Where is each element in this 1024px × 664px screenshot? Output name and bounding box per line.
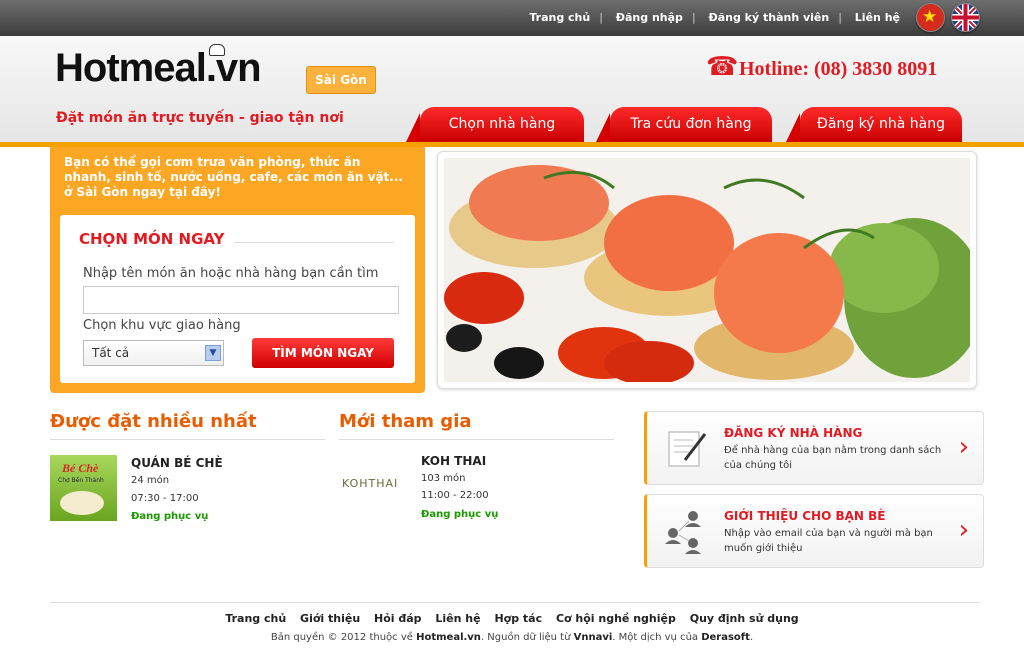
- restaurant-thumb[interactable]: Bé Chè Chợ Bến Thành: [50, 455, 117, 521]
- dessert-bowl-icon: [60, 491, 104, 515]
- restaurant-hours: 11:00 - 22:00: [421, 490, 489, 501]
- restaurant-hours: 07:30 - 17:00: [131, 493, 199, 504]
- top-nav-login[interactable]: Đăng nhập: [616, 11, 683, 24]
- query-label: Nhập tên món ăn hoặc nhà hàng bạn cần tì…: [83, 266, 379, 281]
- search-button[interactable]: TÌM MÓN NGAY: [252, 338, 394, 368]
- thumb-subtitle: Chợ Bến Thành: [58, 477, 104, 484]
- restaurant-status: Đang phục vụ: [131, 511, 209, 522]
- newest-title: Mới tham gia: [339, 411, 472, 432]
- copyright-source: Vnnavi: [573, 632, 613, 643]
- promo-title: ĐĂNG KÝ NHÀ HÀNG: [724, 426, 863, 440]
- intro-text: Bạn có thể gọi cơm trưa văn phòng, thức …: [64, 155, 403, 199]
- restaurant-name[interactable]: KOH THAI: [421, 454, 486, 468]
- tab-choose-restaurant[interactable]: Chọn nhà hàng: [406, 107, 584, 142]
- search-title-underline: [234, 242, 394, 243]
- area-select[interactable]: Tất cả ▼: [83, 340, 224, 366]
- tab-order-lookup[interactable]: Tra cứu đơn hàng: [596, 107, 772, 142]
- register-restaurant-promo[interactable]: ĐĂNG KÝ NHÀ HÀNG Để nhà hàng của bạn nằm…: [644, 411, 984, 485]
- hotline-text: Hotline: (08) 3830 8091: [739, 58, 938, 80]
- top-nav-register[interactable]: Đăng ký thành viên: [709, 11, 830, 24]
- newest-divider: [339, 439, 614, 440]
- phone-icon: ☎: [706, 52, 739, 82]
- promo-title: GIỚI THIỆU CHO BẠN BÈ: [724, 509, 886, 523]
- footer-link-careers[interactable]: Cơ hội nghề nghiệp: [556, 612, 676, 625]
- search-input[interactable]: [83, 286, 399, 314]
- hero-food-photo: [437, 151, 977, 389]
- tagline: Đặt món ăn trực tuyến - giao tận nơi: [56, 110, 344, 126]
- koh-thai-logo-text: KOHTHAI: [342, 477, 399, 490]
- vietnam-flag-icon[interactable]: ★: [916, 3, 945, 32]
- top-nav-home[interactable]: Trang chủ: [529, 11, 590, 24]
- copyright-service-label: . Một dịch vụ của: [612, 632, 702, 643]
- top-nav: Trang chủ | Đăng nhập | Đăng ký thành viên…: [529, 11, 900, 24]
- site-logo[interactable]: Hotmeal.vn: [55, 44, 262, 91]
- uk-flag-icon[interactable]: [951, 3, 980, 32]
- popular-title: Được đặt nhiều nhất: [50, 411, 257, 432]
- tab-register-restaurant[interactable]: Đăng ký nhà hàng: [786, 107, 962, 142]
- footer-links: Trang chủ Giới thiệu Hỏi đáp Liên hệ Hợp…: [0, 612, 1024, 625]
- copyright: Bản quyền © 2012 thuộc về Hotmeal.vn. Ng…: [0, 632, 1024, 643]
- copyright-end: .: [749, 632, 754, 643]
- footer-link-terms[interactable]: Quy định sử dụng: [690, 612, 799, 625]
- refer-friends-promo[interactable]: GIỚI THIỆU CHO BẠN BÈ Nhập vào email của…: [644, 494, 984, 568]
- footer-link-about[interactable]: Giới thiệu: [300, 612, 360, 625]
- people-network-icon: [665, 511, 701, 554]
- footer-link-faq[interactable]: Hỏi đáp: [374, 612, 422, 625]
- copyright-company: Derasoft: [701, 632, 750, 643]
- promo-description: Nhập vào email của bạn và người mà bạn m…: [724, 528, 933, 554]
- copyright-site: Hotmeal.vn: [416, 632, 481, 643]
- restaurant-name[interactable]: QUÁN BÉ CHÈ: [131, 456, 223, 470]
- document-pen-icon: [668, 431, 707, 467]
- thumb-title: Bé Chè: [62, 461, 99, 475]
- area-label: Chọn khu vực giao hàng: [83, 318, 241, 333]
- area-select-value: Tất cả: [92, 346, 130, 360]
- footer-link-contact[interactable]: Liên hệ: [435, 612, 480, 625]
- top-nav-contact[interactable]: Liên hệ: [855, 11, 900, 24]
- restaurant-dish-count: 24 món: [131, 475, 170, 486]
- copyright-source-label: . Nguồn dữ liệu từ: [480, 632, 574, 643]
- popular-divider: [50, 439, 325, 440]
- salmon-canape-image: [444, 158, 970, 382]
- chevron-down-icon: ▼: [205, 345, 221, 361]
- restaurant-dish-count: 103 món: [421, 473, 466, 484]
- footer-divider: [50, 602, 980, 603]
- city-badge[interactable]: Sài Gòn: [306, 66, 376, 94]
- logo-text: Hotmeal.vn: [55, 46, 262, 90]
- copyright-prefix: Bản quyền © 2012 thuộc về: [270, 632, 417, 643]
- chevron-right-icon: ›: [958, 515, 969, 545]
- chef-hat-icon: [209, 44, 225, 56]
- search-title: CHỌN MÓN NGAY: [79, 230, 225, 248]
- promo-description: Để nhà hàng của bạn nằm trong danh sách …: [724, 445, 942, 471]
- chevron-right-icon: ›: [958, 432, 969, 462]
- restaurant-status: Đang phục vụ: [421, 509, 499, 520]
- footer-link-partner[interactable]: Hợp tác: [494, 612, 542, 625]
- footer-link-home[interactable]: Trang chủ: [225, 612, 286, 625]
- restaurant-logo[interactable]: KOHTHAI: [339, 455, 406, 521]
